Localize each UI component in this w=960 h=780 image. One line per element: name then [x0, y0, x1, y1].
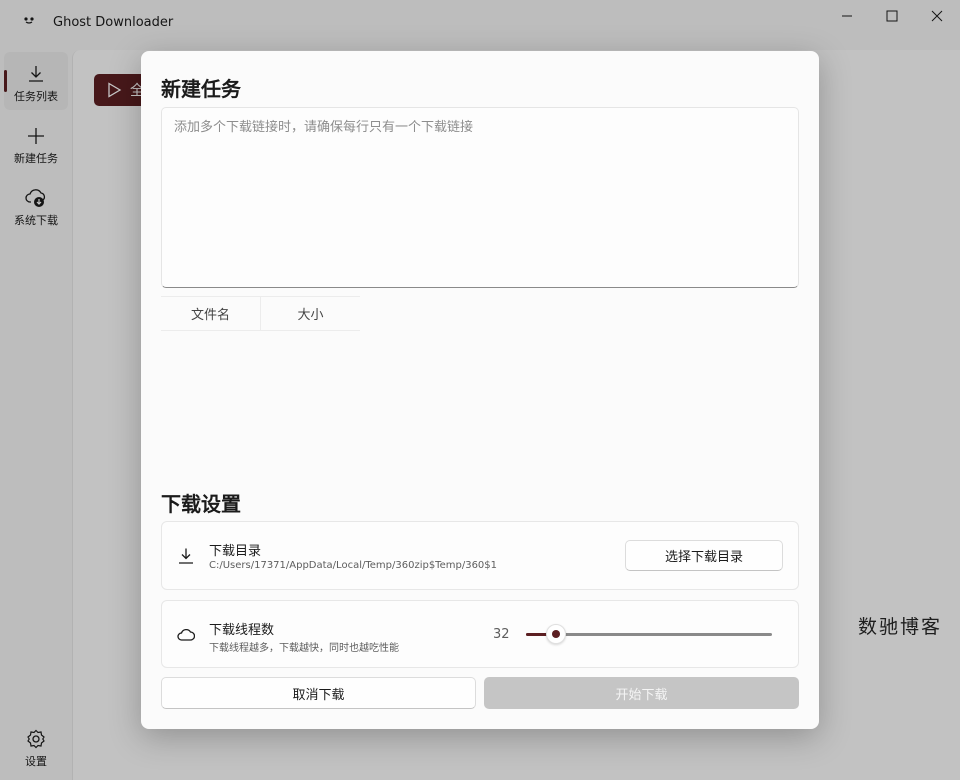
- directory-path: C:/Users/17371/AppData/Local/Temp/360zip…: [209, 560, 498, 571]
- column-header-filename[interactable]: 文件名: [161, 297, 260, 330]
- thread-count-value: 32: [493, 627, 510, 642]
- column-header-size[interactable]: 大小: [260, 297, 360, 330]
- thread-count-slider[interactable]: [526, 624, 772, 644]
- cancel-download-button[interactable]: 取消下载: [161, 677, 476, 709]
- thread-count-title: 下载线程数: [209, 623, 275, 638]
- file-table-header: 文件名 大小: [161, 296, 360, 331]
- dialog-title: 新建任务: [161, 77, 241, 101]
- url-input-box: [161, 107, 799, 288]
- slider-thumb[interactable]: [546, 624, 566, 644]
- download-icon: [179, 548, 193, 564]
- thread-count-card: 下载线程数 下载线程越多，下载越快，同时也越吃性能 32: [161, 600, 799, 668]
- thread-count-description: 下载线程越多，下载越快，同时也越吃性能: [209, 643, 399, 654]
- start-download-button[interactable]: 开始下载: [484, 677, 799, 709]
- new-task-dialog: 新建任务 文件名 大小 下载设置 下载目录 C:/Users/17371/App…: [141, 51, 819, 729]
- url-input[interactable]: [162, 108, 798, 287]
- choose-directory-button[interactable]: 选择下载目录: [625, 540, 783, 571]
- directory-title: 下载目录: [209, 544, 262, 559]
- settings-section-title: 下载设置: [161, 492, 241, 516]
- download-directory-card: 下载目录 C:/Users/17371/AppData/Local/Temp/3…: [161, 521, 799, 590]
- cloud-icon: [177, 628, 195, 641]
- watermark: 数驰博客: [858, 616, 943, 638]
